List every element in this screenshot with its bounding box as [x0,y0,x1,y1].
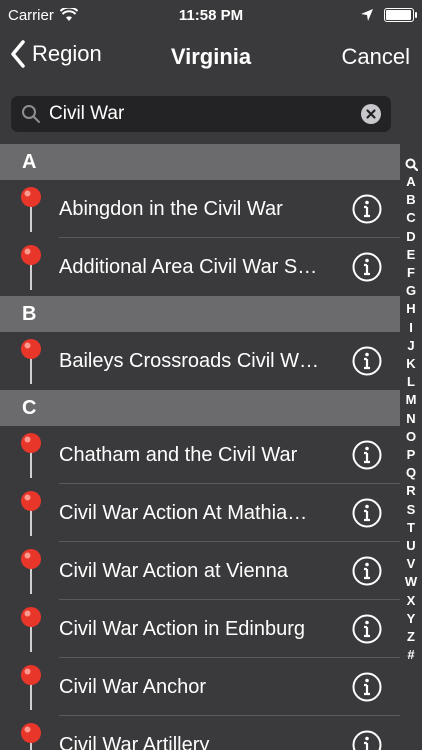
search-bar [0,84,422,144]
list-item-label: Baileys Crossroads Civil W… [59,350,320,372]
list-item[interactable]: Civil War Action At Mathia… [0,484,400,542]
list-item[interactable]: Chatham and the Civil War [0,426,400,484]
clear-search-icon[interactable] [361,104,381,124]
map-pin-icon [21,187,41,232]
map-pin-icon [21,339,41,384]
index-letter[interactable]: E [407,246,416,264]
index-letter[interactable]: U [406,537,415,555]
results-list: A Abingdon in the Civil War Additional A… [0,144,400,750]
map-pin-icon [21,607,41,652]
search-icon [22,105,40,123]
search-field-container [11,96,391,132]
back-button-label: Region [32,41,102,66]
index-letter[interactable]: S [407,501,416,519]
search-icon[interactable] [405,158,418,171]
back-button[interactable]: Region [10,40,102,68]
section-index[interactable]: A B C D E F G H I J K L M N O P Q R S T … [400,158,422,664]
info-icon[interactable] [352,346,382,376]
list-item-label: Civil War Action in Edinburg [59,618,306,640]
index-letter[interactable]: T [407,519,415,537]
navigation-bar: Region Virginia Cancel [0,30,422,84]
info-icon[interactable] [352,498,382,528]
index-letter[interactable]: Z [407,628,415,646]
list-item[interactable]: Civil War Artillery [0,716,400,750]
list-item-label: Abingdon in the Civil War [59,198,283,220]
index-letter[interactable]: H [406,300,415,318]
index-letter[interactable]: N [406,410,415,428]
index-letter[interactable]: Y [407,610,416,628]
info-icon[interactable] [352,614,382,644]
list-item[interactable]: Abingdon in the Civil War [0,180,400,238]
map-pin-icon [21,433,41,478]
list-item-label: Civil War Anchor [59,676,207,698]
cancel-button[interactable]: Cancel [342,44,410,70]
index-letter[interactable]: J [407,337,414,355]
map-pin-icon [21,245,41,290]
section-header-c: C [0,390,400,426]
info-icon[interactable] [352,556,382,586]
index-letter[interactable]: D [406,228,415,246]
chevron-left-icon [11,40,25,68]
section-header-b: B [0,296,400,332]
status-time: 11:58 PM [178,6,244,24]
index-letter[interactable]: B [406,191,415,209]
section-header-a: A [0,144,400,180]
list-item-label: Additional Area Civil War S… [59,256,318,278]
info-icon[interactable] [352,730,382,750]
location-arrow-icon [361,9,373,21]
info-icon[interactable] [352,252,382,282]
index-letter[interactable]: M [406,391,417,409]
status-right [360,8,417,22]
info-icon[interactable] [352,194,382,224]
index-letter[interactable]: V [407,555,416,573]
index-letter[interactable]: K [406,355,415,373]
map-pin-icon [21,549,41,594]
map-pin-icon [21,723,41,750]
index-letter[interactable]: O [406,428,416,446]
index-letter[interactable]: Q [406,464,416,482]
index-letter[interactable]: L [407,373,415,391]
list-item[interactable]: Civil War Action at Vienna [0,542,400,600]
index-letter[interactable]: I [409,319,413,337]
list-item-label: Civil War Artillery [59,734,210,750]
list-item[interactable]: Civil War Anchor [0,658,400,716]
index-letter[interactable]: # [407,646,414,664]
map-pin-icon [21,491,41,536]
info-icon[interactable] [352,672,382,702]
list-item-label: Chatham and the Civil War [59,444,298,466]
battery-icon [384,8,417,22]
index-letter[interactable]: W [405,573,417,591]
list-item-label: Civil War Action at Vienna [59,560,288,582]
list-item-label: Civil War Action At Mathia… [59,502,308,524]
index-letter[interactable]: A [406,173,415,191]
list-item[interactable]: Baileys Crossroads Civil W… [0,332,400,390]
index-letter[interactable]: C [406,209,415,227]
info-icon[interactable] [352,440,382,470]
status-bar: Carrier 11:58 PM [0,0,422,30]
index-letter[interactable]: F [407,264,415,282]
index-letter[interactable]: G [406,282,416,300]
map-pin-icon [21,665,41,710]
index-letter[interactable]: P [407,446,416,464]
list-item[interactable]: Civil War Action in Edinburg [0,600,400,658]
search-input[interactable] [47,102,351,126]
list-item[interactable]: Additional Area Civil War S… [0,238,400,296]
index-letter[interactable]: R [406,482,415,500]
index-letter[interactable]: X [407,592,416,610]
